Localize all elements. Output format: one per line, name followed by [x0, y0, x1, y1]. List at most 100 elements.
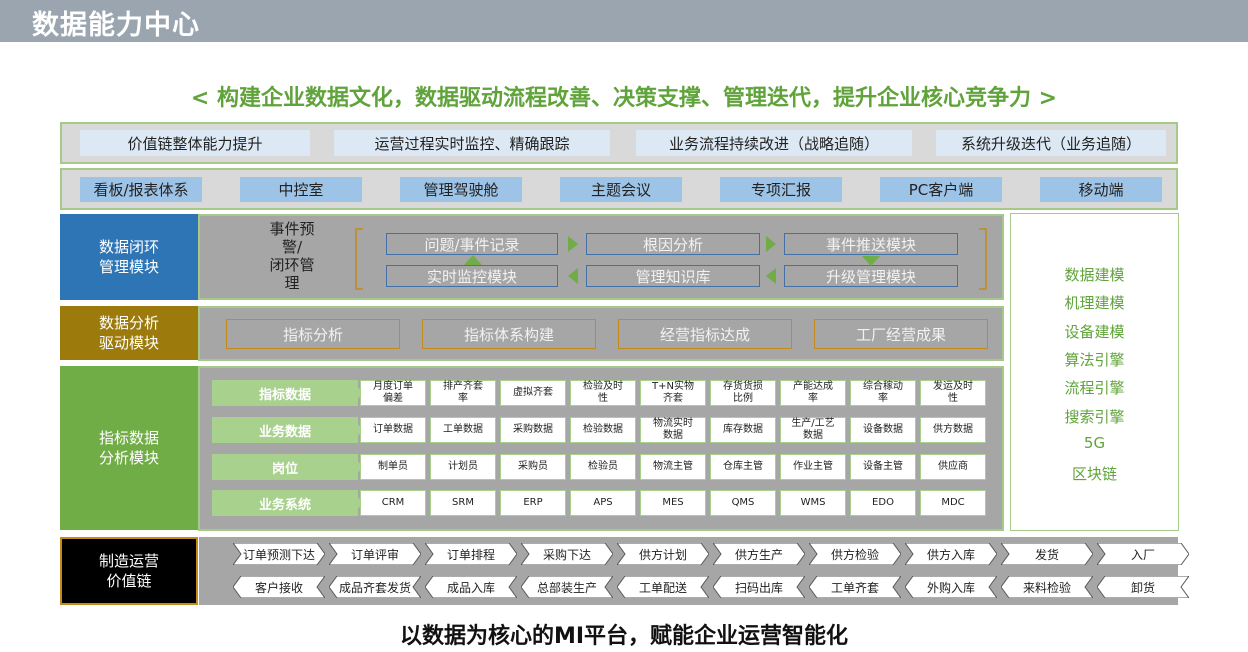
- value-chain-step-label: 采购下达: [542, 547, 591, 562]
- channel-cell: PC客户端: [880, 177, 1002, 202]
- indicator-cell: EDO: [850, 490, 916, 516]
- value-chain-step-label: 供方检验: [830, 547, 879, 562]
- arrow-up-icon: [464, 255, 482, 265]
- value-chain-step-label: 订单排程: [446, 547, 495, 562]
- arrow-left-icon: [766, 268, 776, 284]
- indicator-cell: T+N实物 齐套: [640, 380, 706, 406]
- value-chain-return-step: 总部装生产: [521, 576, 613, 598]
- event-label-line: 警/: [281, 238, 303, 256]
- value-chain-step: 供方检验: [809, 543, 901, 565]
- row-channels: 看板/报表体系 中控室 管理驾驶舱 主题会议 专项汇报 PC客户端 移动端: [60, 168, 1178, 210]
- value-chain-step-label: 订单评审: [350, 547, 399, 562]
- analysis-item: 经营指标达成: [618, 319, 792, 349]
- value-chain-return-step-label: 工单齐套: [830, 580, 879, 595]
- indicator-cell: 工单数据: [430, 417, 496, 443]
- channel-cell: 移动端: [1040, 177, 1162, 202]
- category-label: 业务数据: [212, 417, 358, 443]
- indicator-cell: MES: [640, 490, 706, 516]
- value-chain-area: 订单预测下达 订单评审 订单排程 采购下达 供方计划 供方生产 供方检验 供方入库 发货 入厂 客…: [199, 537, 1189, 605]
- value-chain-return-step-label: 卸货: [1130, 580, 1155, 595]
- indicator-cell: 物流主管: [640, 454, 706, 480]
- indicator-cell: 产能达成 率: [780, 380, 846, 406]
- channel-cell: 专项汇报: [720, 177, 842, 202]
- value-chain-step: 采购下达: [521, 543, 613, 565]
- indicator-cell: 综合稼动 率: [850, 380, 916, 406]
- value-chain-return-step: 外购入库: [905, 576, 997, 598]
- bracket-icon: [355, 228, 363, 290]
- analysis-area: 指标分析 指标体系构建 经营指标达成 工厂经营成果: [198, 306, 1004, 361]
- value-chain-step: 发货: [1001, 543, 1093, 565]
- value-chain-return-step: 客户接收: [233, 576, 325, 598]
- value-chain-return-step: 来料检验: [1001, 576, 1093, 598]
- arrow-right-icon: [568, 236, 578, 252]
- page-title: 数据能力中心: [32, 10, 200, 41]
- goal-cell: 业务流程持续改进（战略追随）: [636, 130, 912, 156]
- indicator-cell: SRM: [430, 490, 496, 516]
- title-bar: 数据能力中心: [0, 0, 1248, 42]
- flow-box-issue-record: 问题/事件记录: [386, 233, 558, 255]
- capability-item: 流程引擎: [1064, 379, 1125, 397]
- value-chain-return-step-label: 总部装生产: [536, 580, 597, 595]
- indicator-cell: 库存数据: [710, 417, 776, 443]
- value-chain-return-step-label: 成品入库: [446, 580, 495, 595]
- capability-item: 区块链: [1071, 465, 1117, 483]
- indicator-cell: WMS: [780, 490, 846, 516]
- arrow-left-icon: [568, 268, 578, 284]
- capability-item: 算法引擎: [1064, 351, 1125, 369]
- category-label: 业务系统: [212, 490, 358, 516]
- indicator-cell: 仓库主管: [710, 454, 776, 480]
- goal-cell: 价值链整体能力提升: [80, 130, 310, 156]
- value-chain-step: 供方入库: [905, 543, 997, 565]
- indicator-cell: APS: [570, 490, 636, 516]
- goal-cell: 系统升级迭代（业务追随）: [936, 130, 1166, 156]
- capability-panel: 数据建模 机理建模 设备建模 算法引擎 流程引擎 搜索引擎 5G 区块链: [1010, 213, 1179, 531]
- indicator-cell: 订单数据: [360, 417, 426, 443]
- value-chain-return-step-label: 来料检验: [1022, 580, 1071, 595]
- capability-item: 数据建模: [1064, 266, 1125, 284]
- indicator-cell: 制单员: [360, 454, 426, 480]
- indicator-cell: 存货货损 比例: [710, 380, 776, 406]
- analysis-item: 指标体系构建: [422, 319, 596, 349]
- value-chain-return-step-label: 外购入库: [926, 580, 975, 595]
- event-label: 事件预 警/ 闭环管 理: [252, 220, 332, 292]
- indicator-cell: 设备主管: [850, 454, 916, 480]
- indicator-cell: 物流实时 数据: [640, 417, 706, 443]
- value-chain-return-step: 工单配送: [617, 576, 709, 598]
- value-chain-step-label: 入厂: [1130, 547, 1155, 562]
- flow-box-event-push: 事件推送模块: [784, 233, 958, 255]
- event-label-line: 理: [284, 274, 300, 292]
- value-chain-step: 入厂: [1097, 543, 1189, 565]
- indicator-cell: QMS: [710, 490, 776, 516]
- analysis-item: 指标分析: [226, 319, 400, 349]
- indicator-cell: MDC: [920, 490, 986, 516]
- value-chain-step: 供方生产: [713, 543, 805, 565]
- indicator-cell: 虚拟齐套: [500, 380, 566, 406]
- indicator-cell: 采购员: [500, 454, 566, 480]
- closed-loop-label: 数据闭环 管理模块: [60, 214, 198, 300]
- capability-item: 机理建模: [1064, 294, 1125, 312]
- indicator-cell: 排产齐套 率: [430, 380, 496, 406]
- indicator-cell: 供应商: [920, 454, 986, 480]
- indicator-cell: CRM: [360, 490, 426, 516]
- indicator-cell: 月度订单 偏差: [360, 380, 426, 406]
- arrow-right-icon: [766, 236, 776, 252]
- flow-box-root-cause: 根因分析: [586, 233, 760, 255]
- indicator-cell: 发运及时 性: [920, 380, 986, 406]
- flow-box-realtime-monitor: 实时监控模块: [386, 265, 558, 287]
- capability-item: 搜索引擎: [1064, 408, 1125, 426]
- indicator-cell: 设备数据: [850, 417, 916, 443]
- arrow-down-icon: [862, 256, 880, 266]
- channel-cell: 主题会议: [560, 177, 682, 202]
- indicator-cell: 作业主管: [780, 454, 846, 480]
- indicator-cell: 检验及时 性: [570, 380, 636, 406]
- channel-cell: 中控室: [240, 177, 362, 202]
- value-chain-return-step-label: 成品齐套发货: [338, 580, 411, 595]
- value-chain-return-step: 卸货: [1097, 576, 1189, 598]
- value-chain-step: 订单排程: [425, 543, 517, 565]
- flow-box-escalation: 升级管理模块: [784, 265, 958, 287]
- goal-cell: 运营过程实时监控、精确跟踪: [334, 130, 610, 156]
- value-chain-step-label: 订单预测下达: [242, 547, 315, 562]
- indicator-cell: ERP: [500, 490, 566, 516]
- value-chain-return-step-label: 扫码出库: [734, 580, 783, 595]
- value-chain-step-label: 供方入库: [926, 547, 975, 562]
